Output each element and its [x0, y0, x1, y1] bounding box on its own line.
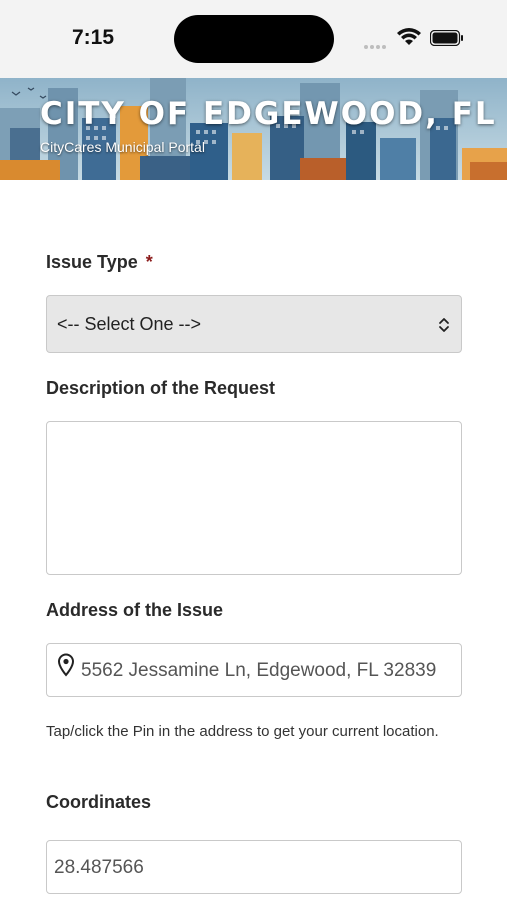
status-bar: 7:15	[0, 0, 507, 78]
issue-type-label-text: Issue Type	[46, 252, 138, 272]
chevron-updown-icon	[439, 318, 449, 332]
address-value: 5562 Jessamine Ln, Edgewood, FL 32839	[81, 660, 437, 681]
address-help-text: Tap/click the Pin in the address to get …	[46, 723, 439, 740]
wifi-icon	[397, 28, 421, 45]
coordinates-value: 28.487566	[54, 857, 144, 878]
header-banner: CITY OF EDGEWOOD, FL CityCares Municipal…	[0, 78, 507, 180]
status-time: 7:15	[72, 26, 115, 49]
map-pin-icon[interactable]	[57, 653, 75, 677]
page-subtitle: CityCares Municipal Portal	[40, 139, 205, 155]
address-label: Address of the Issue	[46, 600, 224, 620]
issue-type-selected-value: <-- Select One -->	[57, 314, 202, 334]
issue-type-label: Issue Type *	[46, 252, 153, 273]
coordinates-input[interactable]: 28.487566	[46, 840, 462, 894]
issue-type-select[interactable]: <-- Select One -->	[46, 295, 462, 353]
cellular-signal-icon	[364, 36, 390, 49]
required-marker: *	[145, 252, 153, 272]
dynamic-island	[174, 15, 334, 63]
battery-icon	[430, 30, 463, 46]
address-input[interactable]: 5562 Jessamine Ln, Edgewood, FL 32839	[46, 643, 462, 697]
description-label: Description of the Request	[46, 378, 276, 398]
page-title: CITY OF EDGEWOOD, FL	[40, 96, 497, 132]
coordinates-label: Coordinates	[46, 792, 152, 812]
description-textarea[interactable]	[46, 421, 462, 575]
